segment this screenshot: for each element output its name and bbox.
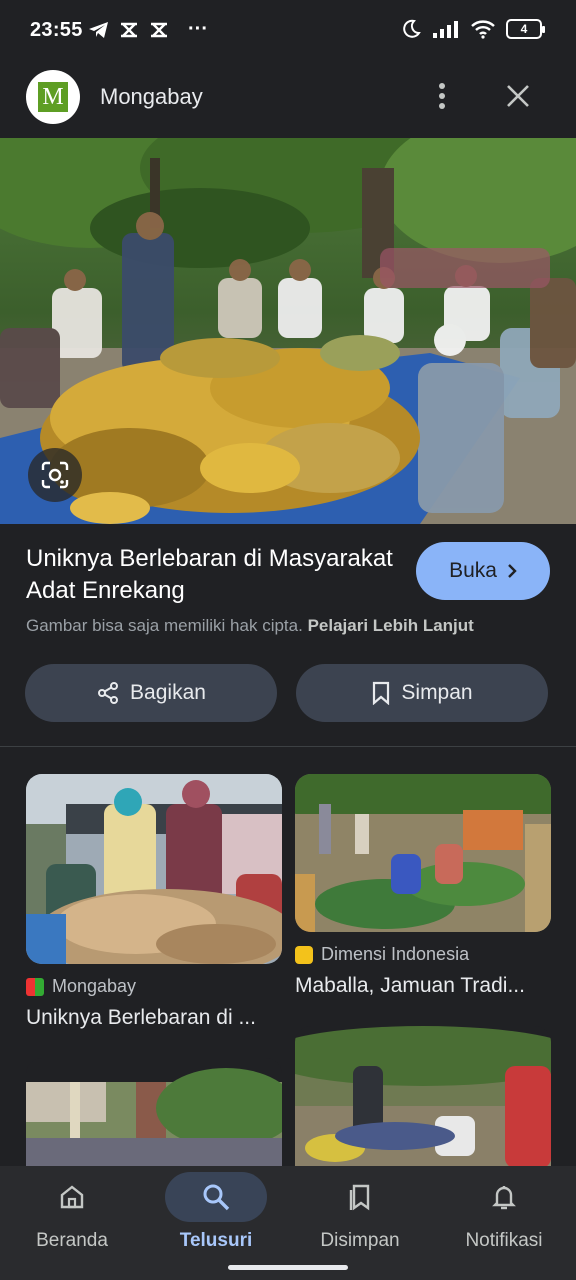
related-thumbnail[interactable] (26, 1058, 282, 1168)
mongabay-favicon (26, 977, 44, 996)
save-label: Simpan (401, 681, 473, 704)
wifi-icon (471, 20, 495, 39)
bell-icon (492, 1186, 516, 1210)
bottom-navigation: Beranda Telusuri Disimpan Notifikasi (0, 1166, 576, 1280)
share-label: Bagikan (130, 681, 206, 704)
google-lens-button[interactable] (28, 448, 82, 502)
site-name[interactable]: Mongabay (100, 84, 203, 110)
dimensi-favicon (295, 945, 313, 964)
site-logo-letter: M (38, 82, 68, 112)
battery-icon: 4 (506, 19, 545, 39)
share-icon (98, 682, 119, 704)
related-photo (295, 774, 551, 932)
related-source: Dimensi Indonesia (295, 944, 469, 965)
battery-level: 4 (520, 22, 528, 36)
search-icon (203, 1184, 230, 1211)
related-source: Mongabay (26, 976, 136, 997)
nav-label: Beranda (36, 1230, 108, 1251)
nav-label: Telusuri (179, 1230, 253, 1251)
nav-icon-container (165, 1172, 267, 1222)
copyright-notice: Gambar bisa saja memiliki hak cipta. Pel… (26, 616, 474, 636)
nav-icon-container (324, 1172, 396, 1222)
capcut-icon (151, 22, 167, 37)
nav-icon-container (468, 1172, 540, 1222)
related-title[interactable]: Maballa, Jamuan Tradi... (295, 974, 551, 998)
home-icon (60, 1185, 84, 1209)
nav-notifications[interactable]: Notifikasi (432, 1166, 576, 1280)
status-bar: 23:55 ··· 4 (0, 0, 576, 62)
related-thumbnail[interactable] (295, 774, 551, 932)
nav-label: Notifikasi (465, 1230, 543, 1251)
close-icon (507, 85, 529, 107)
moon-icon (403, 19, 421, 38)
learn-more-link[interactable]: Pelajari Lebih Lanjut (308, 616, 474, 635)
related-thumbnail[interactable] (295, 1026, 551, 1168)
related-photo (295, 1026, 551, 1168)
more-options-button[interactable] (424, 78, 460, 114)
lens-icon (41, 461, 69, 489)
close-button[interactable] (500, 78, 536, 114)
share-button[interactable]: Bagikan (25, 664, 277, 722)
system-icons: 4 (400, 18, 545, 40)
main-image[interactable] (0, 138, 576, 524)
nav-label: Disimpan (320, 1230, 400, 1251)
site-logo[interactable]: M (26, 70, 80, 124)
more-vert-icon (439, 83, 445, 109)
related-title[interactable]: Uniknya Berlebaran di ... (26, 1006, 282, 1030)
divider (0, 746, 576, 747)
related-photo (26, 1058, 282, 1168)
nav-home[interactable]: Beranda (0, 1166, 144, 1280)
bookmark-icon (373, 681, 390, 705)
related-photo (26, 774, 282, 964)
page-header: M Mongabay (0, 62, 576, 138)
telegram-icon (89, 21, 108, 38)
source-name: Mongabay (52, 976, 137, 996)
signal-icon (433, 21, 458, 38)
home-indicator[interactable] (228, 1265, 348, 1270)
status-more-icon: ··· (188, 18, 208, 40)
open-button[interactable]: Buka (416, 542, 550, 600)
main-photo (0, 138, 576, 524)
save-button[interactable]: Simpan (296, 664, 548, 722)
nav-search[interactable]: Telusuri (144, 1166, 288, 1280)
related-thumbnail[interactable] (26, 774, 282, 964)
result-title[interactable]: Uniknya Berlebaran di Masyarakat Adat En… (26, 543, 396, 607)
source-name: Dimensi Indonesia (321, 944, 470, 964)
nav-saved[interactable]: Disimpan (288, 1166, 432, 1280)
chevron-right-icon (508, 564, 517, 578)
nav-icon-container (36, 1172, 108, 1222)
status-time: 23:55 (30, 19, 83, 41)
capcut-icon (121, 22, 137, 37)
open-button-label: Buka (449, 559, 497, 582)
bookmarks-icon (349, 1184, 370, 1211)
notification-icons: ··· (88, 18, 208, 41)
copyright-text: Gambar bisa saja memiliki hak cipta. (26, 616, 303, 635)
